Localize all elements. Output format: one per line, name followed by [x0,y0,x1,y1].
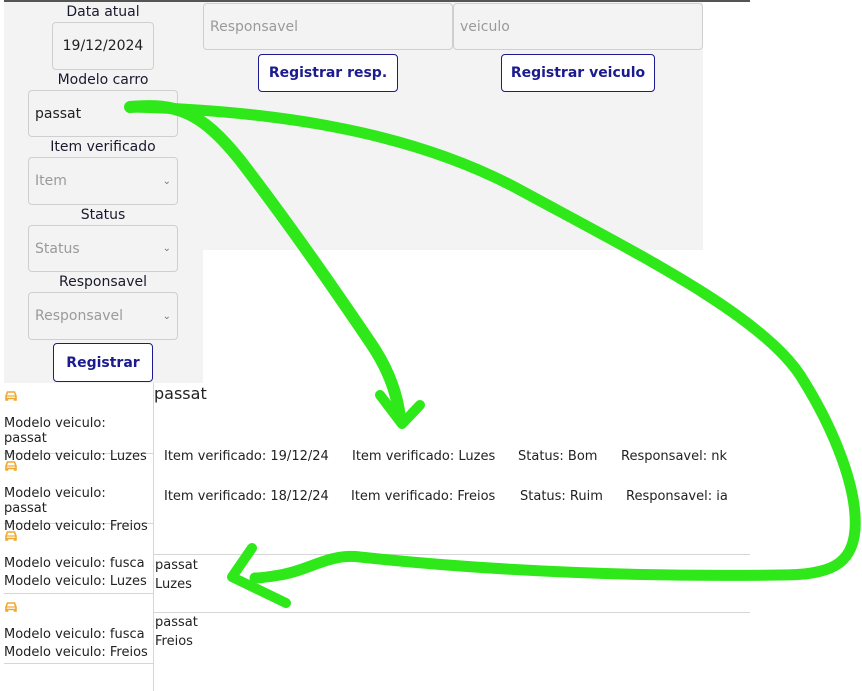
annotation-overlay [124,100,861,608]
annotation-arrow-to-entry [126,101,861,584]
annotation-arrow-to-detail [124,100,406,424]
